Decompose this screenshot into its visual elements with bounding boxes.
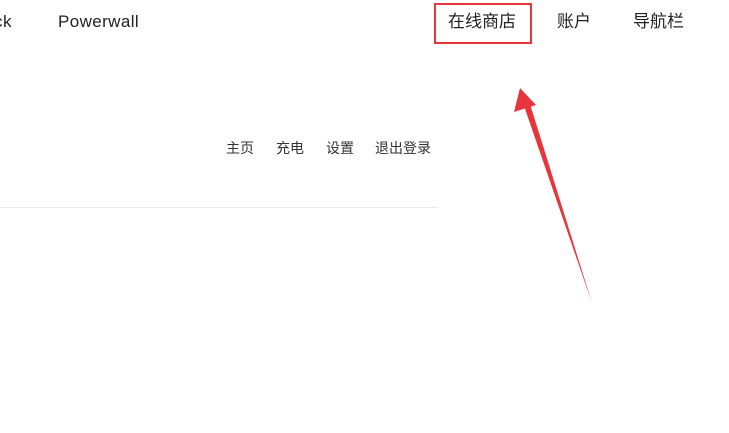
- nav-item-account[interactable]: 账户: [557, 11, 591, 33]
- sub-nav-charging-link[interactable]: 充电: [276, 140, 304, 158]
- sub-nav-settings-link[interactable]: 设置: [326, 140, 354, 158]
- nav-item-powerwall[interactable]: Powerwall: [58, 11, 139, 33]
- sub-nav-logout-link[interactable]: 退出登录: [375, 140, 431, 158]
- nav-item-truncated[interactable]: ck: [0, 11, 12, 33]
- annotation-arrow-icon: [514, 88, 592, 303]
- highlight-box-annotation: [434, 3, 532, 44]
- nav-item-menu[interactable]: 导航栏: [633, 11, 684, 33]
- arrow-shaft: [524, 104, 592, 303]
- sub-nav-home-link[interactable]: 主页: [226, 140, 254, 158]
- arrow-head: [514, 88, 536, 112]
- section-divider: [0, 207, 438, 208]
